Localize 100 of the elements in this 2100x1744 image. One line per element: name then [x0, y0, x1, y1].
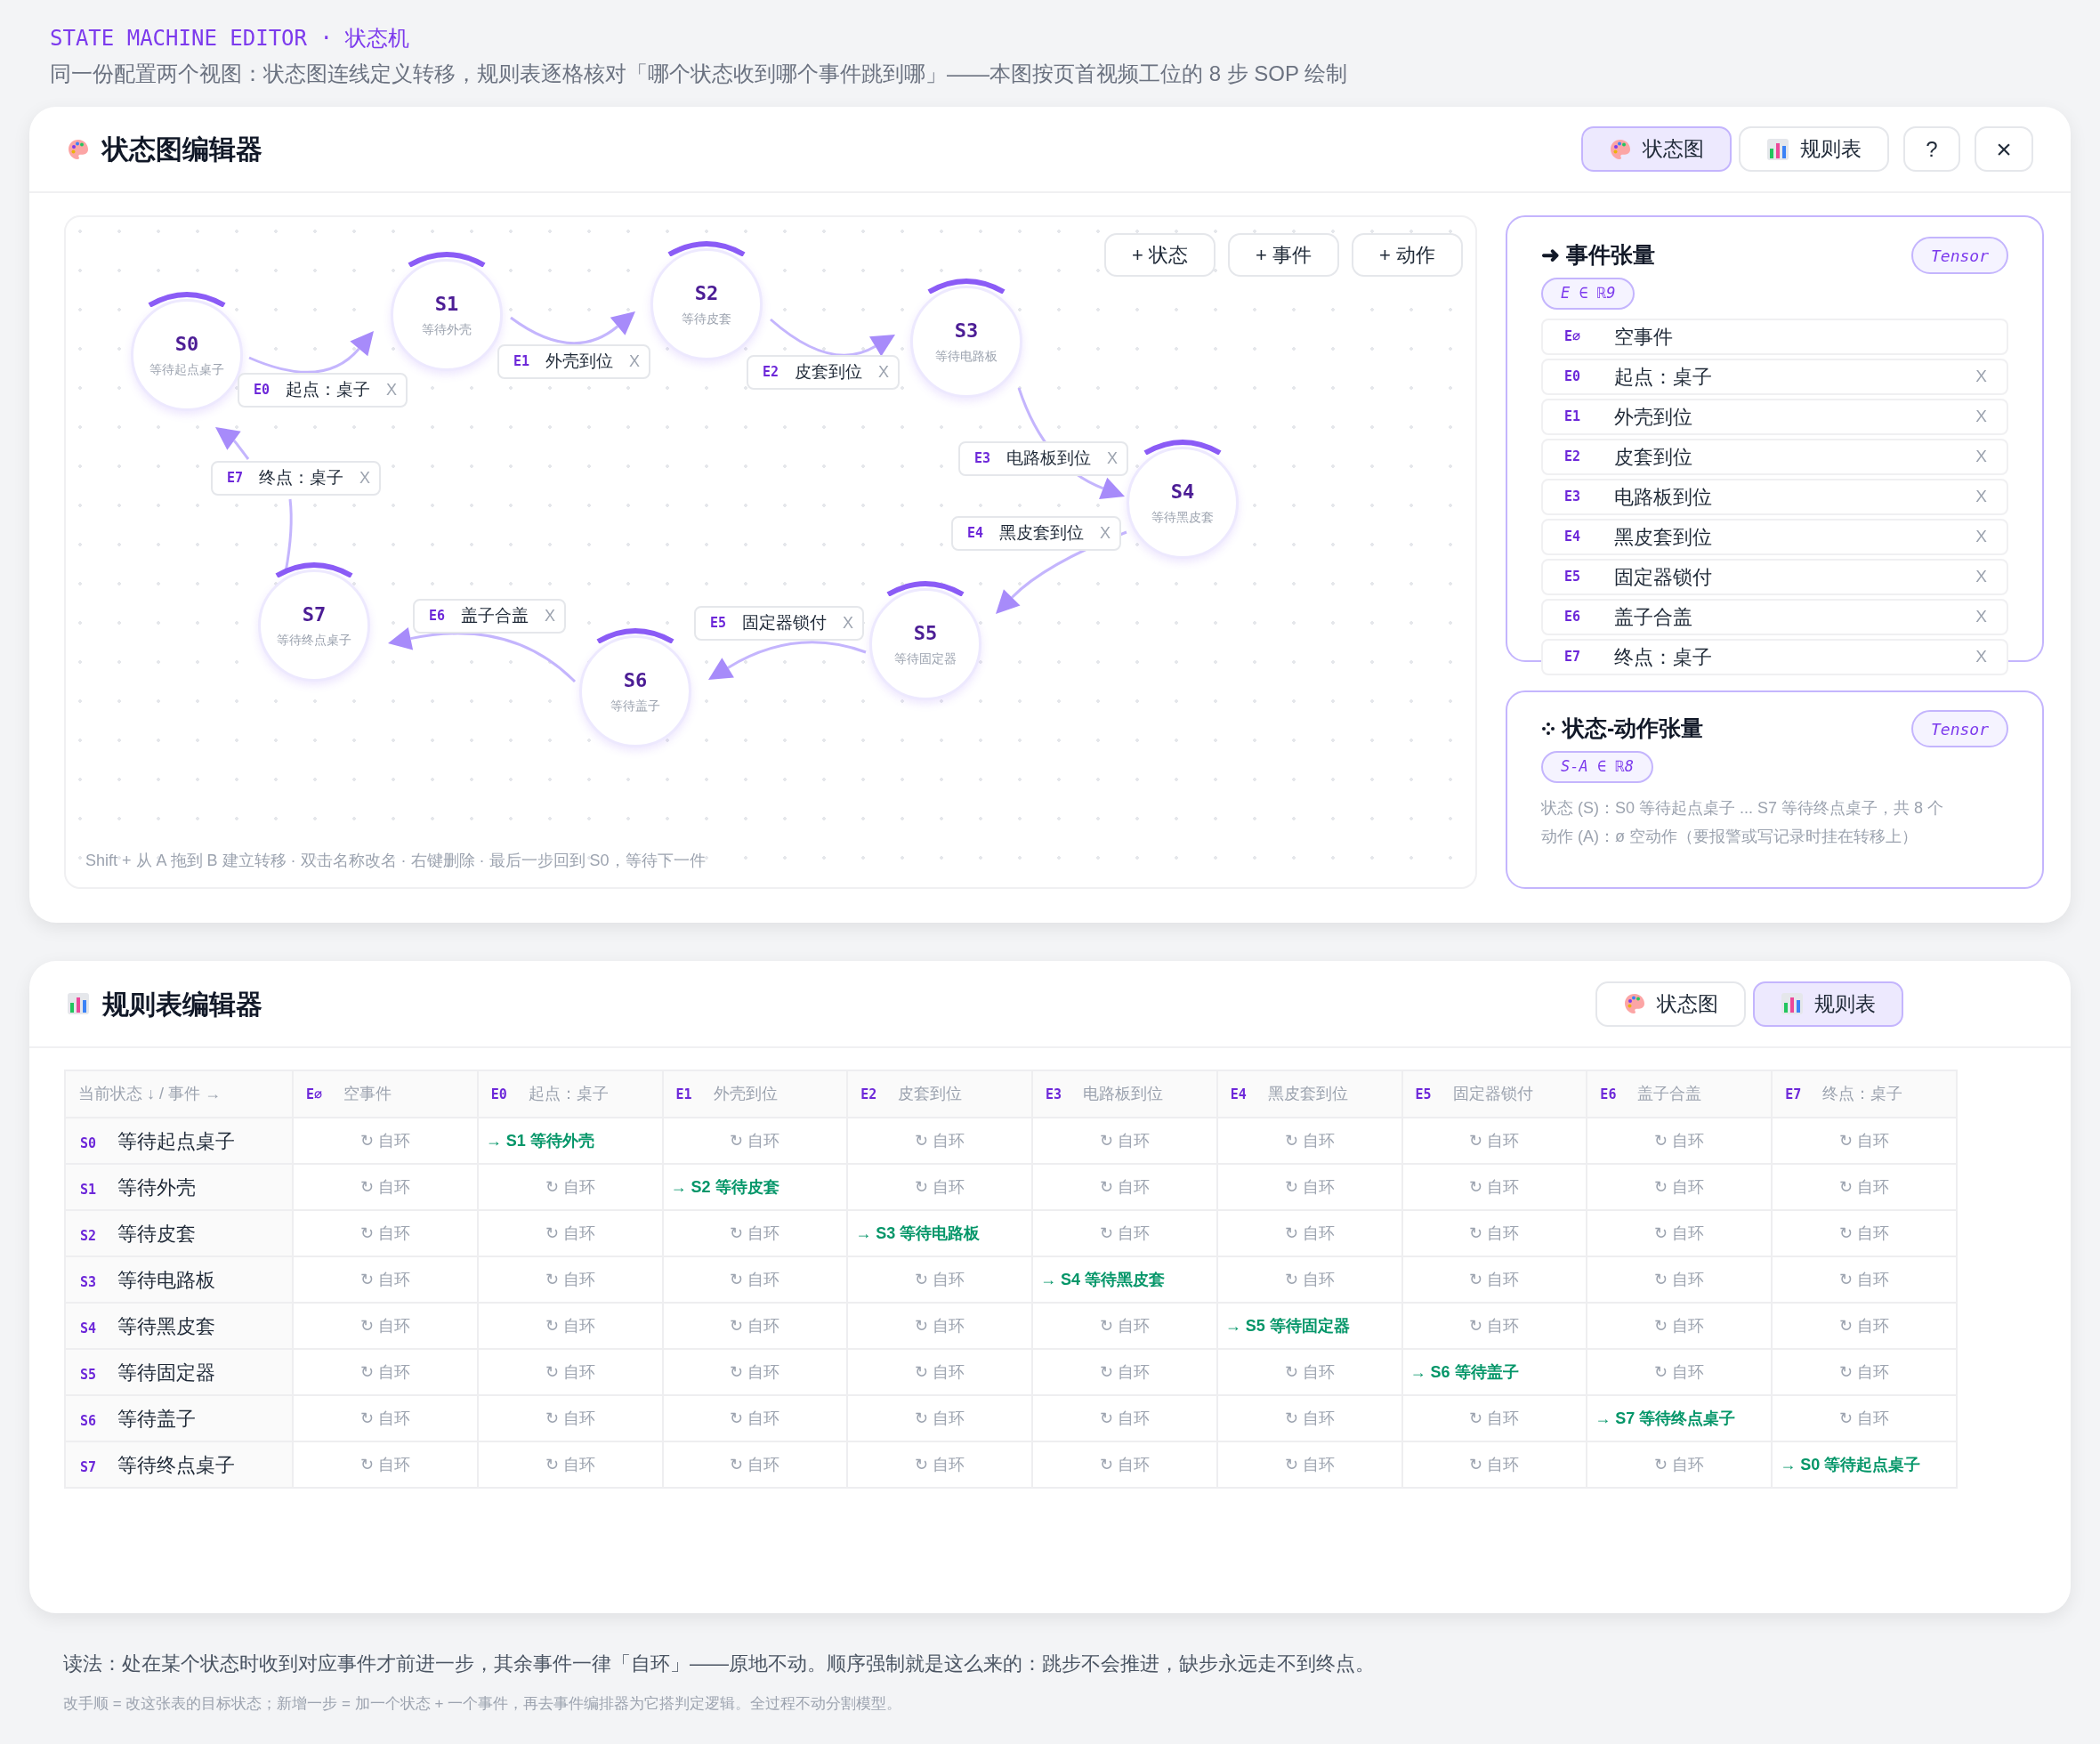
state-id: S5 [913, 620, 938, 646]
event-row[interactable]: E6 盖子合盖 X [1541, 599, 2008, 635]
state-node[interactable]: S7 等待终点桌子 [258, 569, 370, 682]
bar-chart-icon [1766, 137, 1789, 161]
bar-chart-icon [67, 992, 90, 1015]
add-button[interactable]: + 动作 [1352, 233, 1463, 277]
event-row[interactable]: E3 电路板到位 X [1541, 479, 2008, 515]
view-tab[interactable]: 规则表 [1753, 981, 1903, 1027]
table-cell: ↻ 自环 [662, 1256, 848, 1303]
view-tab[interactable]: 状态图 [1581, 126, 1732, 172]
event-label[interactable]: E7 终点：桌子 X [211, 461, 382, 496]
event-label[interactable]: E0 起点：桌子 X [238, 373, 408, 408]
state-name: 等待电路板 [935, 347, 998, 365]
event-name: 外壳到位 [545, 351, 614, 373]
table-cell: ↻ 自环 [1772, 1256, 1957, 1303]
event-label[interactable]: E5 固定器锁付 X [694, 606, 865, 641]
table-cell: ↻ 自环 [1772, 1210, 1957, 1256]
state-node[interactable]: S5 等待固定器 [869, 588, 981, 700]
palette-icon [1609, 137, 1632, 161]
event-label[interactable]: E1 外壳到位 X [497, 344, 651, 379]
column-header: E4 黑皮套到位 [1216, 1070, 1402, 1118]
transition-arrow[interactable] [388, 626, 576, 683]
table-cell: ↻ 自环 [477, 1256, 663, 1303]
event-name: 皮套到位 [1614, 445, 1692, 470]
table-cell: → S4 等待黑皮套 [1032, 1256, 1217, 1303]
table-cell: ↻ 自环 [1401, 1256, 1587, 1303]
row-header: S2 等待皮套 [65, 1210, 293, 1256]
row-header: S4 等待黑皮套 [65, 1303, 293, 1349]
help-button[interactable]: ? [1903, 126, 1960, 172]
table-cell: ↻ 自环 [293, 1210, 478, 1256]
event-id: E2 [1564, 448, 1582, 467]
event-id: E∅ [1564, 327, 1582, 347]
view-tab[interactable]: 状态图 [1595, 981, 1746, 1027]
transition-arrow[interactable] [215, 427, 250, 460]
add-button[interactable]: + 状态 [1104, 233, 1216, 277]
table-cell: ↻ 自环 [662, 1441, 848, 1488]
tensor-badge: Tensor [1910, 237, 2008, 274]
state-node[interactable]: S6 等待盖子 [579, 635, 691, 747]
table-cell: ↻ 自环 [1216, 1349, 1402, 1395]
table-cell: ↻ 自环 [1216, 1118, 1402, 1164]
event-row[interactable]: E5 固定器锁付 X [1541, 559, 2008, 595]
table-cell: → S7 等待终点桌子 [1587, 1395, 1773, 1441]
event-row[interactable]: E2 皮套到位 X [1541, 439, 2008, 475]
event-label[interactable]: E3 电路板到位 X [958, 441, 1129, 476]
column-header: E7 终点：桌子 [1772, 1070, 1957, 1118]
event-name: 起点：桌子 [286, 379, 371, 401]
event-row[interactable]: E∅ 空事件 [1541, 319, 2008, 355]
state-name: 等待终点桌子 [277, 631, 351, 649]
table-cell: ↻ 自环 [1032, 1164, 1217, 1210]
close-button[interactable]: × [1975, 126, 2033, 172]
table-cell: ↻ 自环 [847, 1256, 1033, 1303]
state-node[interactable]: S1 等待外壳 [391, 259, 503, 371]
footer-hint: 改手顺 = 改这张表的目标状态；新增一步 = 加一个状态 + 一个事件，再去事件编排器为它搭判定逻辑。全过程不动分割模型。 [62, 1694, 903, 1714]
transition-arrow[interactable] [708, 641, 867, 680]
event-label[interactable]: E6 盖子合盖 X [413, 599, 567, 634]
state-id: S3 [954, 318, 979, 343]
event-row[interactable]: E7 终点：桌子 X [1541, 639, 2008, 675]
table-cell: → S6 等待盖子 [1401, 1349, 1587, 1395]
state-name: 等待固定器 [894, 650, 957, 667]
state-node[interactable]: S4 等待黑皮套 [1127, 447, 1239, 559]
row-header: S7 等待终点桌子 [65, 1441, 293, 1488]
transition-arrow[interactable] [510, 311, 635, 345]
table-cell: ↻ 自环 [1032, 1349, 1217, 1395]
add-button[interactable]: + 事件 [1228, 233, 1339, 277]
table-cell: → S2 等待皮套 [662, 1164, 848, 1210]
table-cell: ↻ 自环 [1772, 1349, 1957, 1395]
table-cell: ↻ 自环 [1032, 1395, 1217, 1441]
page-subtitle: 同一份配置两个视图：状态图连线定义转移，规则表逐格核对「哪个状态收到哪个事件跳到哪」——本图按页首视频工位的 8 步 SOP 绘制 [49, 61, 1349, 87]
event-label[interactable]: E2 皮套到位 X [747, 355, 901, 390]
table-cell: ↻ 自环 [293, 1303, 478, 1349]
table-cell: → S0 等待起点桌子 [1772, 1441, 1957, 1488]
table-cell: ↻ 自环 [1772, 1395, 1957, 1441]
event-id: E1 [1564, 408, 1582, 427]
state-node[interactable]: S2 等待皮套 [650, 248, 763, 360]
transition-arrow[interactable] [248, 331, 374, 374]
column-header: E3 电路板到位 [1032, 1070, 1217, 1118]
state-id: S1 [434, 291, 459, 317]
event-name: 终点：桌子 [1614, 645, 1712, 670]
page-title: STATE MACHINE EDITOR · 状态机 [49, 25, 411, 52]
table-cell: ↻ 自环 [1032, 1303, 1217, 1349]
column-header: E0 起点：桌子 [477, 1070, 663, 1118]
view-tab[interactable]: 规则表 [1739, 126, 1889, 172]
state-id: S2 [694, 280, 719, 306]
table-cell: ↻ 自环 [1216, 1395, 1402, 1441]
event-label[interactable]: E4 黑皮套到位 X [951, 516, 1122, 551]
event-row[interactable]: E4 黑皮套到位 X [1541, 519, 2008, 555]
state-name: 等待黑皮套 [1151, 508, 1214, 526]
row-header: S3 等待电路板 [65, 1256, 293, 1303]
transition-arrow[interactable] [770, 318, 895, 357]
dots-icon [1541, 722, 1555, 736]
event-row[interactable]: E1 外壳到位 X [1541, 399, 2008, 435]
table-cell: ↻ 自环 [1216, 1441, 1402, 1488]
event-name: 起点：桌子 [1614, 365, 1712, 390]
panel-title: 状态-动作张量 [1563, 715, 1704, 743]
event-name: 终点：桌子 [259, 467, 344, 489]
event-row[interactable]: E0 起点：桌子 X [1541, 359, 2008, 395]
state-node[interactable]: S3 等待电路板 [910, 286, 1022, 398]
event-id: E3 [974, 449, 991, 469]
event-name: 盖子合盖 [461, 605, 529, 627]
state-node[interactable]: S0 等待起点桌子 [131, 299, 243, 411]
